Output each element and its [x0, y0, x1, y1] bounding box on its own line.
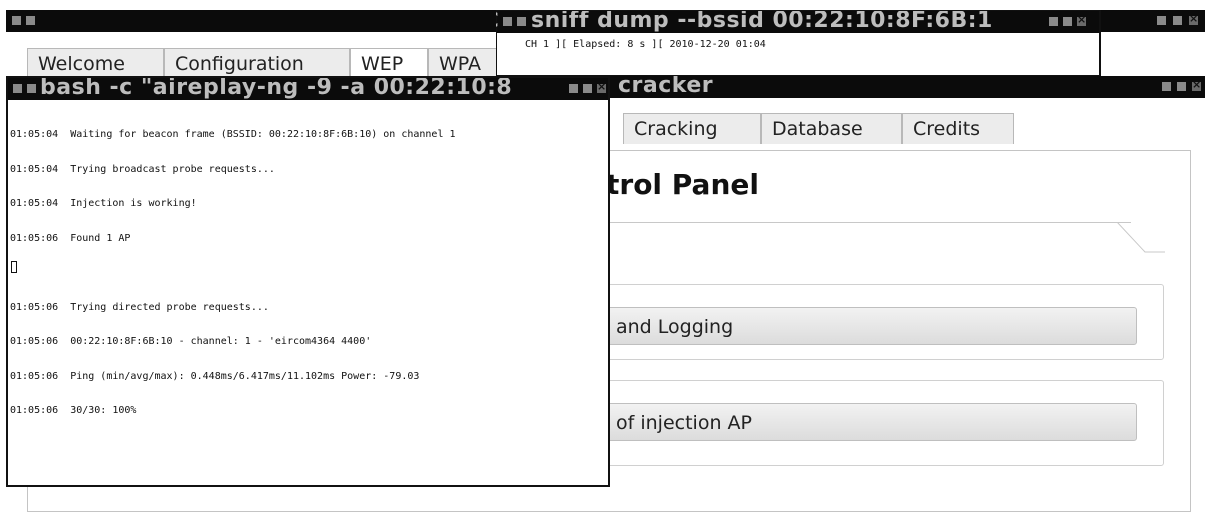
terminal-line: 01:05:04 Injection is working! — [10, 198, 197, 209]
window-menu-icon[interactable] — [503, 17, 512, 26]
injection-ap-button[interactable]: of injection AP — [607, 403, 1137, 441]
tab-credits[interactable]: Credits — [902, 113, 1014, 144]
terminal-line: 01:05:06 30/30: 100% — [10, 405, 137, 416]
terminal-line: 01:05:04 Trying broadcast probe requests… — [10, 163, 275, 175]
cracker-titlebar[interactable]: cracker — [608, 76, 1205, 98]
sniff-status-line: CH 1 ][ Elapsed: 8 s ][ 2010-12-20 01:04 — [525, 39, 766, 50]
close-icon[interactable] — [597, 80, 606, 93]
terminal-line: 01:05:06 Ping (min/avg/max): 0.448ms/6.4… — [10, 370, 420, 382]
tab-configuration[interactable]: Configuration — [164, 48, 350, 79]
right-titlebar[interactable] — [1101, 10, 1205, 32]
maximize-icon[interactable] — [583, 84, 592, 93]
logging-group: and Logging — [590, 284, 1164, 360]
minimize-icon[interactable] — [1157, 16, 1166, 25]
tab-welcome[interactable]: Welcome — [27, 48, 164, 79]
bash-titlebar[interactable]: bash -c "aireplay-ng -9 -a 00:22:10:8 — [8, 78, 608, 100]
minimize-icon[interactable] — [1049, 17, 1058, 26]
background-titlebar[interactable] — [6, 10, 496, 32]
panel-divider-corner — [1117, 222, 1165, 253]
bash-window-title: bash -c "aireplay-ng -9 -a 00:22:10:8 — [40, 78, 513, 100]
window-sticky-icon[interactable] — [27, 84, 36, 93]
terminal-line: 01:05:06 Trying directed probe requests.… — [10, 301, 269, 313]
close-icon[interactable] — [1189, 12, 1198, 25]
sniff-window-title: sniff dump --bssid 00:22:10:8F:6B:1 — [531, 11, 993, 33]
window-sticky-icon[interactable] — [517, 17, 526, 26]
terminal-line: 01:05:06 00:22:10:8F:6B:10 - channel: 1 … — [10, 336, 372, 347]
right-window — [1100, 10, 1205, 76]
maximize-icon[interactable] — [1173, 16, 1182, 25]
close-icon[interactable] — [1077, 13, 1086, 26]
panel-title: trol Panel — [606, 168, 759, 201]
cracker-window-title: cracker — [618, 76, 714, 98]
terminal-output[interactable]: 01:05:04 Waiting for beacon frame (BSSID… — [10, 106, 604, 440]
tab-cracking[interactable]: Cracking — [623, 113, 761, 144]
close-icon[interactable] — [1192, 78, 1201, 91]
terminal-line: 01:05:04 Waiting for beacon frame (BSSID… — [10, 129, 456, 140]
tab-wpa[interactable]: WPA — [428, 48, 498, 79]
terminal-line: 01:05:06 Found 1 AP — [10, 232, 131, 244]
minimize-icon[interactable] — [1162, 82, 1171, 91]
maximize-icon[interactable] — [1063, 17, 1072, 26]
window-menu-icon[interactable] — [13, 84, 22, 93]
panel-divider — [606, 222, 1131, 253]
window-sticky-icon[interactable] — [26, 16, 35, 25]
sniff-dump-window: sniff dump --bssid 00:22:10:8F:6B:1 CH 1… — [496, 10, 1100, 76]
tab-database[interactable]: Database — [761, 113, 902, 144]
bash-terminal-window: bash -c "aireplay-ng -9 -a 00:22:10:8 01… — [6, 76, 610, 487]
maximize-icon[interactable] — [1177, 82, 1186, 91]
sniff-titlebar[interactable]: sniff dump --bssid 00:22:10:8F:6B:1 — [497, 11, 1099, 33]
injection-group: of injection AP — [590, 380, 1164, 466]
window-menu-icon[interactable] — [12, 16, 21, 25]
terminal-cursor — [11, 261, 17, 273]
logging-button[interactable]: and Logging — [607, 307, 1137, 345]
minimize-icon[interactable] — [569, 84, 578, 93]
